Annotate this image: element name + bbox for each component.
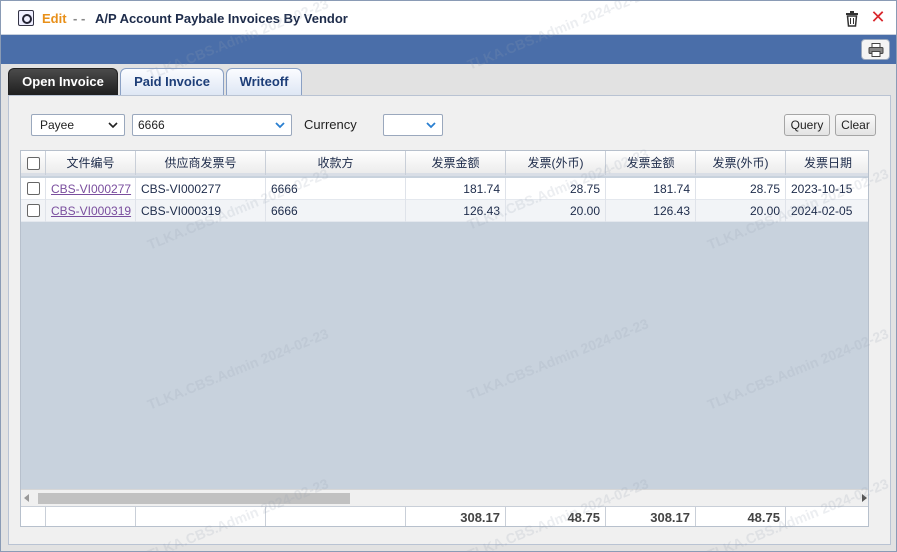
invoice-window: Edit - - A/P Account Paybale Invoices By… — [0, 0, 897, 552]
close-icon[interactable]: ✕ — [870, 8, 886, 26]
tab-open-invoice[interactable]: Open Invoice — [8, 68, 118, 96]
horizontal-scrollbar[interactable] — [21, 489, 868, 506]
table-row[interactable]: CBS-VI000277 CBS-VI000277 6666 181.74 28… — [21, 178, 868, 200]
foreign-amount-cell: 20.00 — [506, 200, 606, 222]
title-separator: - - — [73, 11, 86, 26]
currency-select[interactable] — [383, 114, 443, 136]
invoice-date-cell: 2024-02-05 — [791, 204, 853, 218]
column-header[interactable]: 发票(外币) — [506, 151, 606, 175]
filter-value-select[interactable]: 6666 — [132, 114, 292, 136]
select-all-cell — [21, 151, 46, 175]
column-header[interactable]: 收款方 — [266, 151, 406, 175]
row-checkbox[interactable] — [27, 182, 40, 195]
printer-icon — [868, 43, 884, 57]
total-amount: 308.17 — [606, 507, 696, 526]
total-cell — [21, 507, 46, 526]
total-cell — [46, 507, 136, 526]
total-cell — [136, 507, 266, 526]
column-header[interactable]: 发票(外币) — [696, 151, 786, 175]
scroll-right-icon[interactable] — [862, 494, 867, 502]
foreign-amount-cell: 28.75 — [696, 178, 786, 200]
row-checkbox[interactable] — [27, 204, 40, 217]
total-foreign-amount: 48.75 — [696, 507, 786, 526]
column-header[interactable]: 供应商发票号 — [136, 151, 266, 175]
title-mode: Edit — [42, 11, 67, 26]
clear-button[interactable]: Clear — [835, 114, 876, 136]
totals-row: 308.17 48.75 308.17 48.75 — [21, 506, 868, 526]
document-link[interactable]: CBS-VI000319 — [46, 200, 136, 222]
document-link[interactable]: CBS-VI000277 — [46, 178, 136, 200]
column-header[interactable]: 发票金额 — [406, 151, 506, 175]
amount-cell: 126.43 — [406, 200, 506, 222]
print-button[interactable] — [861, 39, 890, 60]
invoice-date-cell: 2023-10-15 — [791, 182, 853, 196]
total-cell — [266, 507, 406, 526]
table-header: 文件编号 供应商发票号 收款方 发票金额 发票(外币) 发票金额 发票(外币) … — [21, 151, 868, 176]
trash-icon[interactable] — [845, 11, 859, 27]
row-select-cell — [21, 200, 46, 222]
column-header[interactable]: 文件编号 — [46, 151, 136, 175]
query-button[interactable]: Query — [784, 114, 830, 136]
filter-field-value: Payee — [40, 118, 75, 132]
chevron-down-icon — [275, 122, 285, 129]
vendor-invoice-cell: CBS-VI000319 — [136, 200, 266, 222]
payee-cell: 6666 — [266, 200, 406, 222]
filter-field-select[interactable]: Payee — [31, 114, 125, 136]
select-all-checkbox[interactable] — [27, 157, 40, 170]
scroll-left-icon[interactable] — [24, 494, 29, 502]
amount-cell: 126.43 — [606, 200, 696, 222]
title-bar: Edit - - A/P Account Paybale Invoices By… — [1, 1, 896, 35]
payee-cell: 6666 — [266, 178, 406, 200]
foreign-amount-cell: 20.00 — [696, 200, 786, 222]
total-cell — [786, 507, 868, 526]
tab-writeoff[interactable]: Writeoff — [226, 68, 302, 96]
inspect-icon — [18, 10, 34, 26]
tab-paid-invoice[interactable]: Paid Invoice — [120, 68, 224, 96]
column-header[interactable]: 发票金额 — [606, 151, 696, 175]
chevron-down-icon — [108, 122, 118, 129]
invoice-table: 文件编号 供应商发票号 收款方 发票金额 发票(外币) 发票金额 发票(外币) … — [20, 150, 869, 527]
amount-cell: 181.74 — [406, 178, 506, 200]
currency-label: Currency — [304, 117, 357, 132]
row-select-cell — [21, 178, 46, 200]
chevron-down-icon — [426, 122, 436, 129]
window-title: A/P Account Paybale Invoices By Vendor — [95, 11, 348, 26]
vendor-invoice-cell: CBS-VI000277 — [136, 178, 266, 200]
table-row[interactable]: CBS-VI000319 CBS-VI000319 6666 126.43 20… — [21, 200, 868, 222]
filter-value-text: 6666 — [138, 118, 165, 132]
foreign-amount-cell: 28.75 — [506, 178, 606, 200]
scrollbar-thumb[interactable] — [38, 493, 350, 504]
toolbar — [1, 35, 896, 64]
total-foreign-amount: 48.75 — [506, 507, 606, 526]
column-header[interactable]: 发票日期 — [786, 151, 868, 175]
amount-cell: 181.74 — [606, 178, 696, 200]
total-amount: 308.17 — [406, 507, 506, 526]
